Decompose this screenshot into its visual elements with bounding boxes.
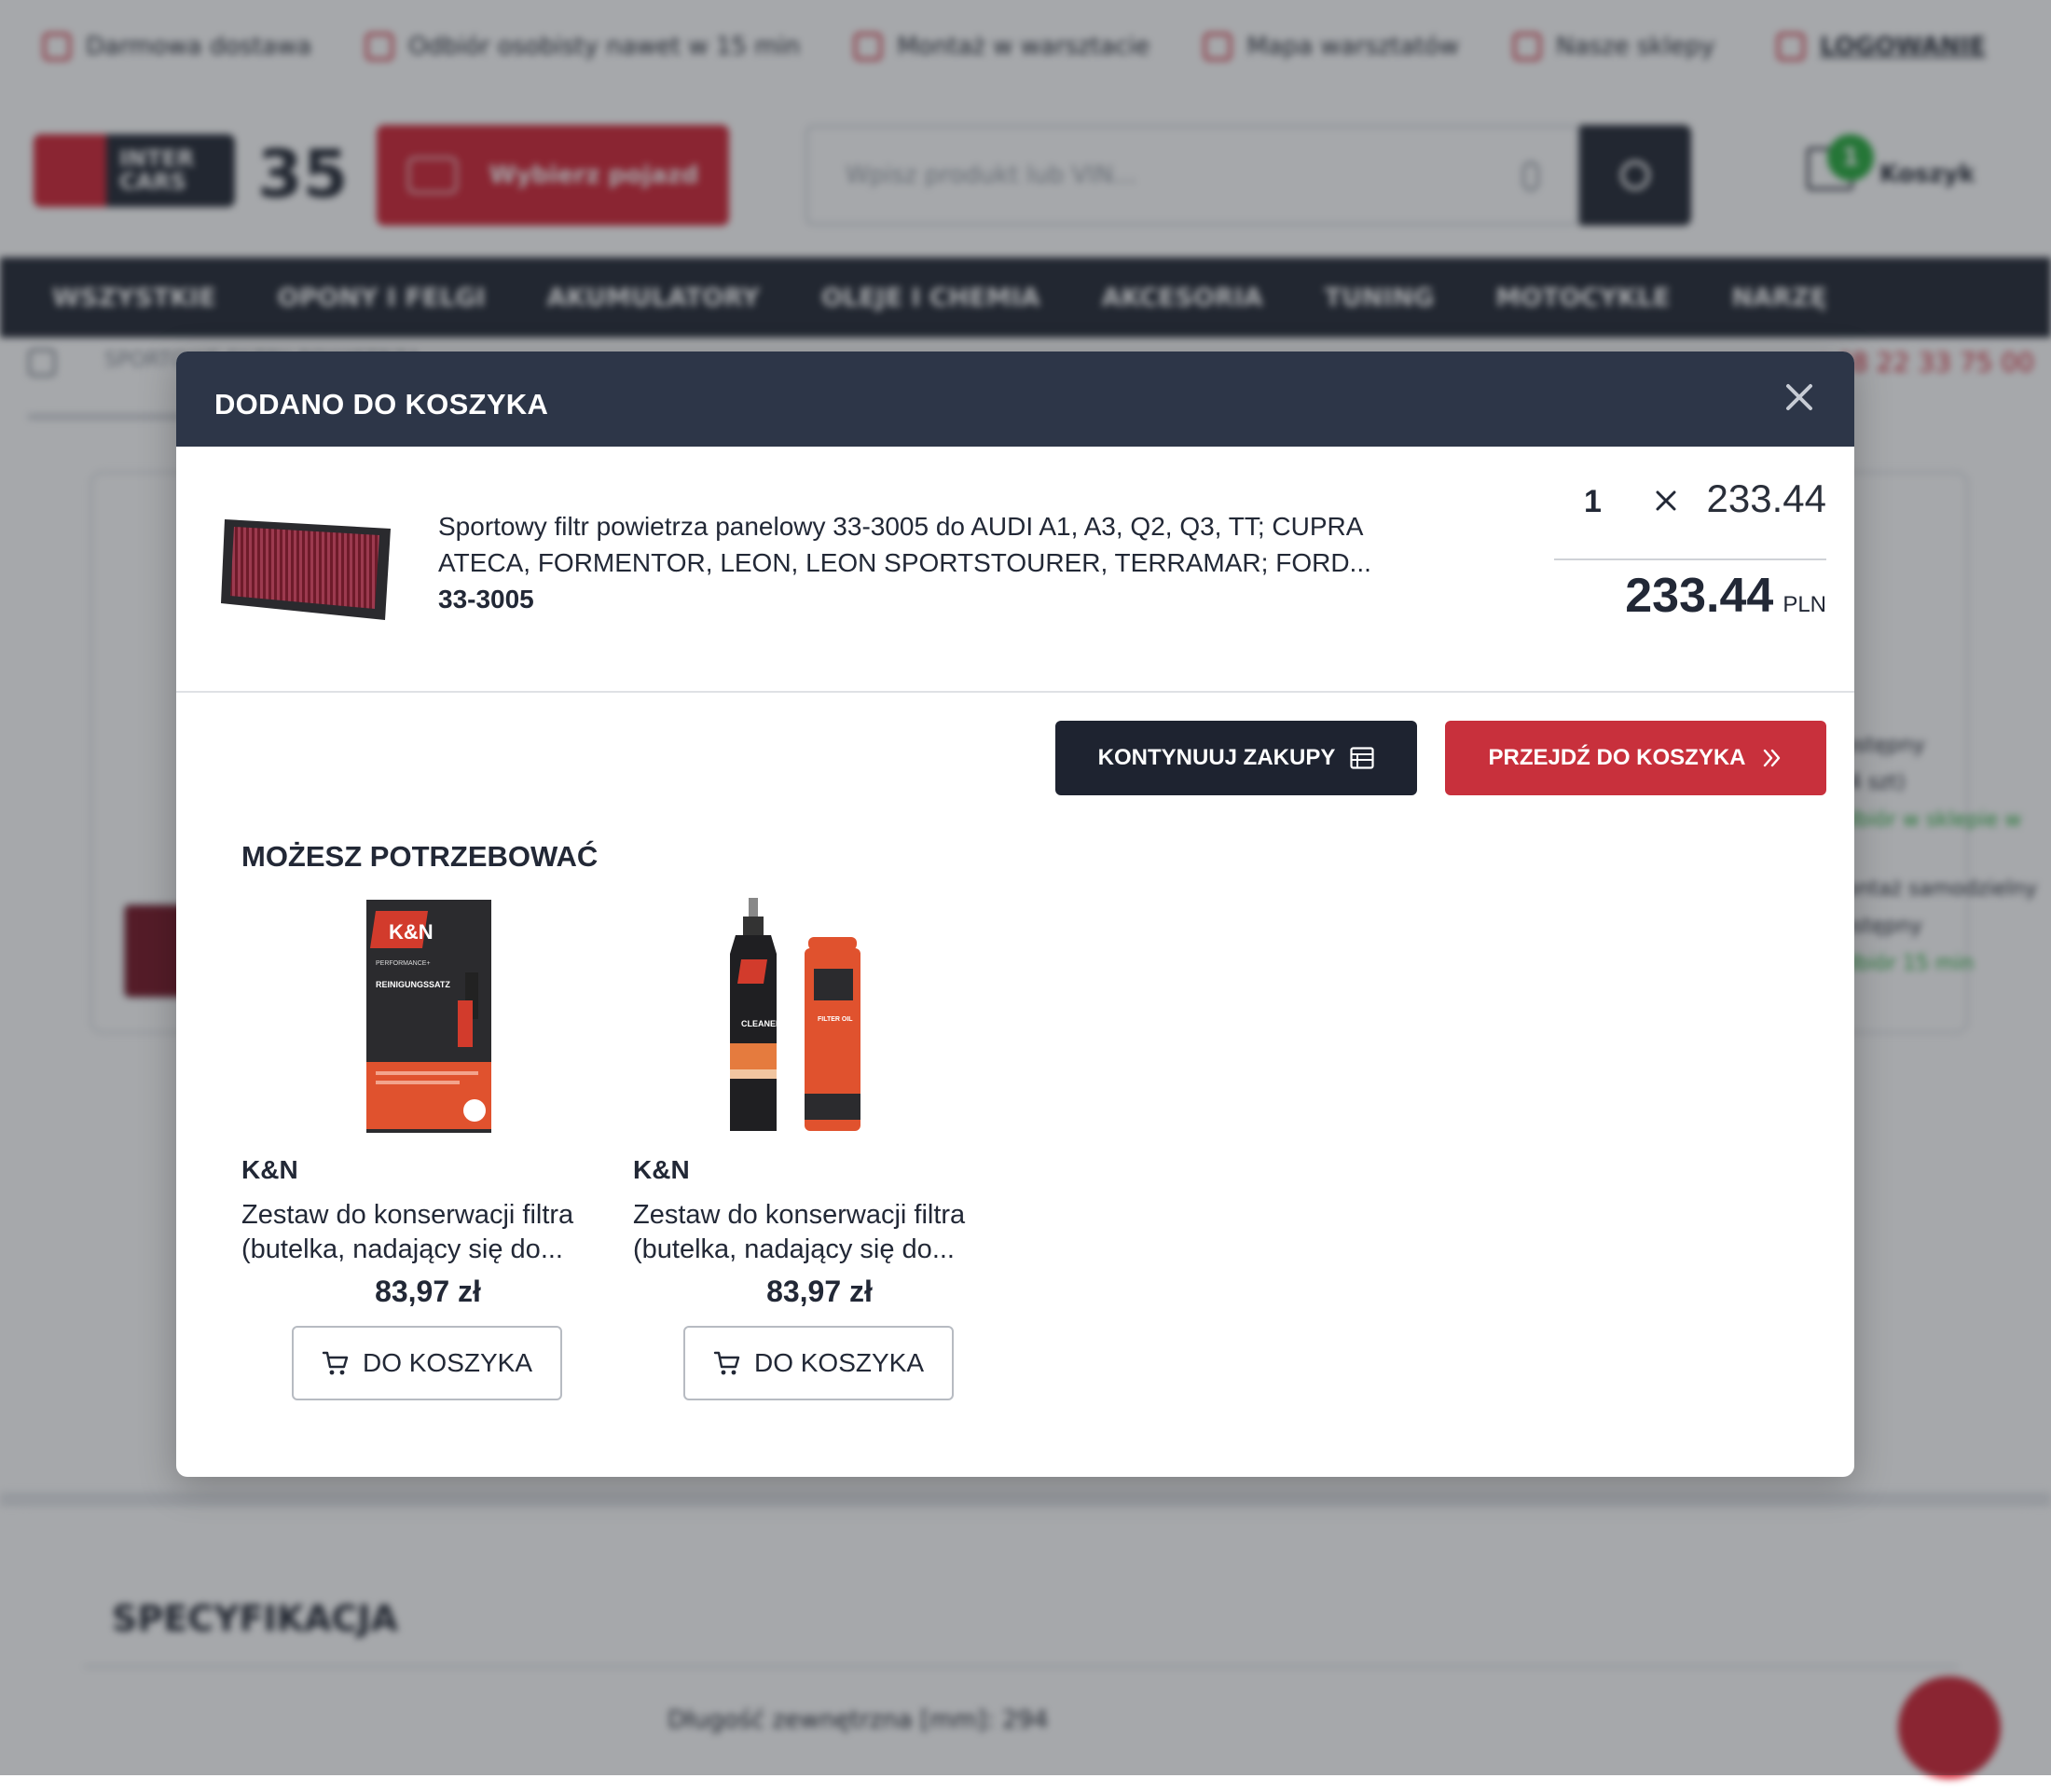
modal-header: DODANO DO KOSZYKA — [176, 352, 1854, 447]
svg-text:CLEANER: CLEANER — [741, 1019, 782, 1028]
add-to-cart-button[interactable]: DO KOSZYKA — [292, 1326, 562, 1400]
close-icon[interactable] — [1783, 381, 1815, 413]
svg-text:K&N: K&N — [389, 920, 434, 944]
product-price: 83,97 zł — [375, 1275, 481, 1308]
total-amount: 233.44 — [1625, 569, 1774, 623]
added-to-cart-modal: DODANO DO KOSZYKA Sportowy filtr powietr… — [176, 352, 1854, 1477]
product-name: Sportowy filtr powietrza panelowy 33-300… — [438, 512, 1371, 577]
unit-price: 233.44 — [1706, 476, 1826, 520]
maintenance-kit-bottles-image[interactable]: CLEANER FILTER OIL — [698, 898, 941, 1135]
recommendation-card: CLEANER FILTER OIL K&N Zestaw do konserw… — [633, 898, 1006, 1400]
continue-shopping-button[interactable]: KONTYNUUJ ZAKUPY — [1055, 721, 1417, 795]
svg-text:REINIGUNGSSATZ: REINIGUNGSSATZ — [376, 980, 450, 989]
go-to-cart-button[interactable]: PRZEJDŹ DO KOSZYKA — [1445, 721, 1826, 795]
product-price: 83,97 zł — [766, 1275, 873, 1308]
cart-icon — [322, 1351, 349, 1375]
cart-icon — [713, 1351, 740, 1375]
list-icon — [1350, 747, 1374, 769]
product-code: 33-3005 — [438, 585, 534, 613]
product-brand: K&N — [241, 1155, 298, 1184]
modal-title: DODANO DO KOSZYKA — [214, 388, 549, 420]
recommendations-title: MOŻESZ POTRZEBOWAĆ — [241, 840, 599, 873]
currency: PLN — [1783, 592, 1826, 617]
recommendation-card: K&N PERFORMANCE+ REINIGUNGSSATZ K&N Zest… — [241, 898, 614, 1400]
double-chevron-right-icon — [1763, 749, 1780, 767]
svg-text:PERFORMANCE+: PERFORMANCE+ — [376, 960, 431, 967]
air-filter-image — [221, 519, 391, 620]
add-to-cart-button[interactable]: DO KOSZYKA — [683, 1326, 954, 1400]
maintenance-kit-box-image[interactable]: K&N PERFORMANCE+ REINIGUNGSSATZ — [307, 898, 549, 1135]
product-name[interactable]: Zestaw do konserwacji filtra (butelka, n… — [241, 1198, 614, 1267]
total-price: 233.44 PLN — [1625, 568, 1826, 624]
times-icon — [1656, 490, 1676, 511]
quantity: 1 — [1584, 484, 1602, 519]
product-brand: K&N — [633, 1155, 690, 1184]
product-name[interactable]: Zestaw do konserwacji filtra (butelka, n… — [633, 1198, 1006, 1267]
svg-text:FILTER OIL: FILTER OIL — [818, 1016, 853, 1023]
